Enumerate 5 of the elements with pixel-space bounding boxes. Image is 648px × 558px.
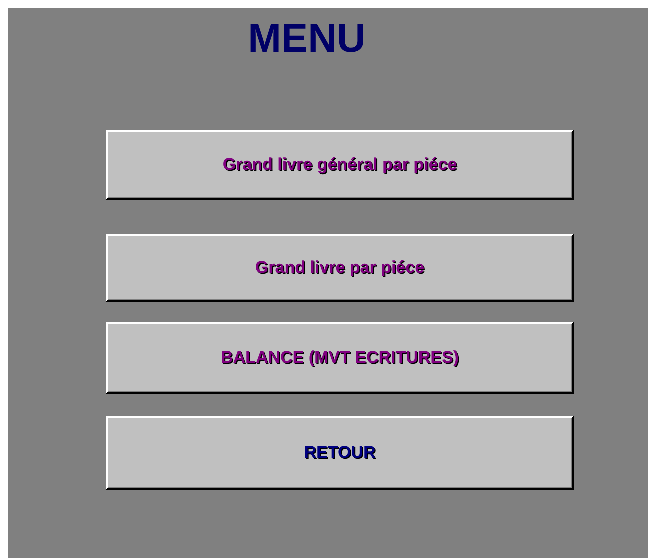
menu-button[interactable]: Grand livre par piéce	[106, 234, 574, 302]
menu-title: MENU	[247, 18, 367, 60]
menu-button[interactable]: RETOUR	[106, 416, 574, 490]
menu-button[interactable]: Grand livre général par piéce	[106, 130, 574, 200]
menu-button[interactable]: BALANCE (MVT ECRITURES)	[106, 322, 574, 394]
